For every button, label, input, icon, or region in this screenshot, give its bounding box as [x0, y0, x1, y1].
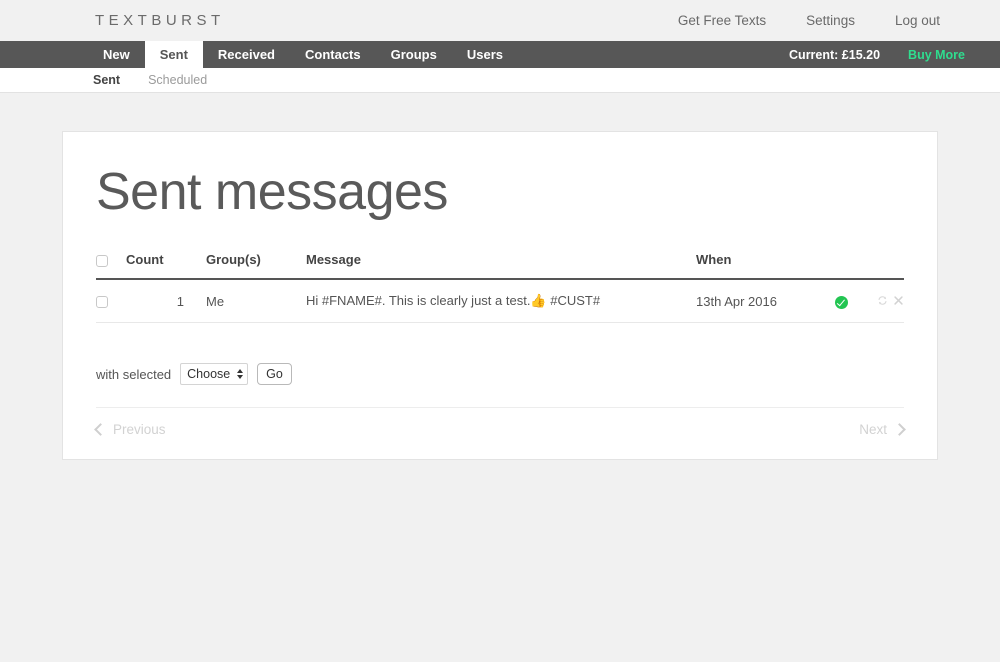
row-count: 1 — [126, 279, 198, 323]
bulk-actions-label: with selected — [96, 366, 172, 382]
row-status-cell — [824, 279, 858, 323]
row-message: Hi #FNAME#. This is clearly just a test.… — [306, 279, 696, 323]
subnav-item-sent[interactable]: Sent — [93, 73, 120, 87]
sub-navigation: Sent Scheduled — [0, 68, 1000, 93]
delete-icon[interactable] — [893, 295, 904, 306]
row-action-icons — [877, 295, 904, 306]
next-page-label: Next — [859, 422, 887, 437]
nav-item-groups[interactable]: Groups — [376, 41, 452, 68]
subnav-item-scheduled[interactable]: Scheduled — [148, 73, 207, 87]
page-title: Sent messages — [96, 163, 448, 221]
buy-more-link[interactable]: Buy More — [908, 48, 965, 62]
nav-item-received[interactable]: Received — [203, 41, 290, 68]
go-button[interactable]: Go — [257, 363, 292, 385]
nav-item-list: New Sent Received Contacts Groups Users — [88, 41, 518, 68]
table-header-row: Count Group(s) Message When — [96, 252, 904, 280]
nav-item-contacts[interactable]: Contacts — [290, 41, 376, 68]
table-row[interactable]: 1 Me Hi #FNAME#. This is clearly just a … — [96, 279, 904, 323]
select-all-header — [96, 252, 126, 280]
nav-item-sent[interactable]: Sent — [144, 41, 203, 68]
header-actions — [858, 252, 904, 280]
header-when: When — [696, 252, 824, 280]
resend-icon[interactable] — [877, 295, 888, 306]
row-select-cell — [96, 279, 126, 323]
header-link-settings[interactable]: Settings — [806, 13, 855, 28]
header-groups: Group(s) — [198, 252, 306, 280]
credit-balance: Current: £15.20 — [789, 47, 881, 62]
sent-messages-table: Count Group(s) Message When 1 Me Hi #FNA… — [96, 252, 904, 323]
bulk-actions-bar: with selected Choose Go — [96, 363, 904, 385]
previous-page-label: Previous — [113, 422, 166, 437]
pagination: Previous Next — [94, 407, 906, 437]
content-card: Sent messages Count Group(s) Message Whe… — [62, 131, 938, 460]
next-page-link[interactable]: Next — [859, 422, 906, 437]
nav-item-users[interactable]: Users — [452, 41, 518, 68]
main-navigation: New Sent Received Contacts Groups Users … — [0, 41, 1000, 68]
header-link-log-out[interactable]: Log out — [895, 13, 940, 28]
previous-page-link[interactable]: Previous — [94, 422, 166, 437]
page-body: Sent messages Count Group(s) Message Whe… — [0, 93, 1000, 460]
top-header: TEXTBURST Get Free Texts Settings Log ou… — [0, 0, 1000, 41]
chevron-left-icon — [94, 423, 107, 436]
nav-balance-area: Current: £15.20 Buy More — [789, 41, 965, 68]
table-header: Count Group(s) Message When — [96, 252, 904, 280]
delivered-check-icon — [834, 295, 848, 309]
row-groups: Me — [198, 279, 306, 323]
header-link-get-free-texts[interactable]: Get Free Texts — [678, 13, 766, 28]
header-status — [824, 252, 858, 280]
header-message: Message — [306, 252, 696, 280]
nav-item-new[interactable]: New — [88, 41, 145, 68]
row-select-checkbox[interactable] — [96, 296, 108, 309]
header-links: Get Free Texts Settings Log out — [678, 13, 940, 28]
bulk-action-select[interactable]: Choose — [180, 363, 249, 385]
table-body: 1 Me Hi #FNAME#. This is clearly just a … — [96, 279, 904, 323]
select-all-checkbox[interactable] — [96, 254, 108, 267]
bulk-action-select-wrap: Choose — [180, 363, 249, 385]
chevron-right-icon — [893, 423, 906, 436]
row-when: 13th Apr 2016 — [696, 279, 824, 323]
header-count: Count — [126, 252, 198, 280]
row-actions-cell — [858, 279, 904, 323]
app-logo[interactable]: TEXTBURST — [95, 12, 225, 29]
